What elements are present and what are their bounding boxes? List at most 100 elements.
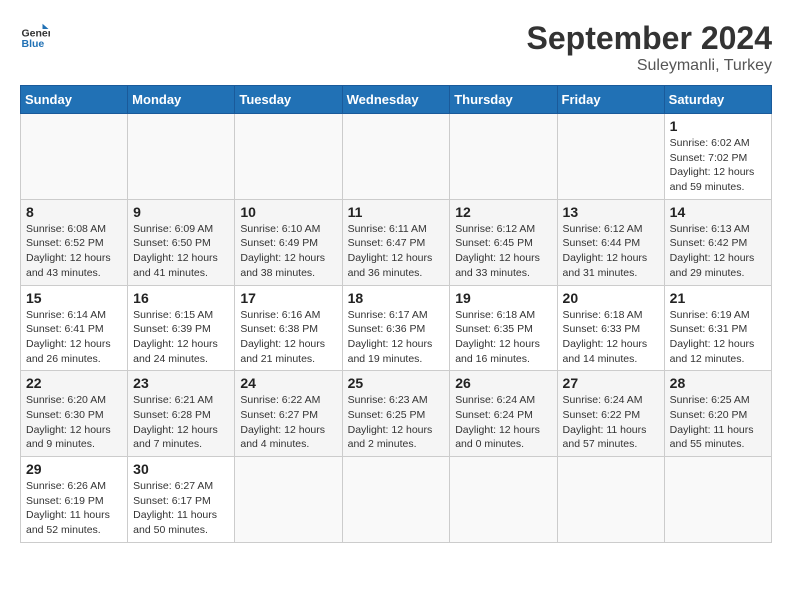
calendar-cell: 30 Sunrise: 6:27 AMSunset: 6:17 PMDayligh… (128, 457, 235, 543)
day-number: 17 (240, 290, 336, 306)
calendar-cell: 14 Sunrise: 6:13 AMSunset: 6:42 PMDayligh… (664, 199, 771, 285)
day-header-friday: Friday (557, 86, 664, 114)
calendar-cell: 29 Sunrise: 6:26 AMSunset: 6:19 PMDayligh… (21, 457, 128, 543)
day-detail: Sunrise: 6:14 AMSunset: 6:41 PMDaylight:… (26, 308, 122, 367)
calendar-cell: 10 Sunrise: 6:10 AMSunset: 6:49 PMDayligh… (235, 199, 342, 285)
day-number: 23 (133, 375, 229, 391)
calendar-cell: 23 Sunrise: 6:21 AMSunset: 6:28 PMDayligh… (128, 371, 235, 457)
day-number: 12 (455, 204, 551, 220)
calendar-cell: 19Sunrise: 6:18 AMSunset: 6:35 PMDayligh… (450, 285, 557, 371)
day-number: 25 (348, 375, 445, 391)
day-detail: Sunrise: 6:19 AMSunset: 6:31 PMDaylight:… (670, 308, 766, 367)
calendar-cell (342, 457, 450, 543)
calendar-cell (664, 457, 771, 543)
day-header-monday: Monday (128, 86, 235, 114)
calendar-cell (235, 457, 342, 543)
month-title: September 2024 (527, 20, 772, 57)
day-number: 27 (563, 375, 659, 391)
calendar-week-0: 1 Sunrise: 6:02 AMSunset: 7:02 PMDaylight… (21, 114, 772, 200)
day-detail: Sunrise: 6:25 AMSunset: 6:20 PMDaylight:… (670, 393, 766, 452)
day-number: 11 (348, 204, 445, 220)
day-detail: Sunrise: 6:10 AMSunset: 6:49 PMDaylight:… (240, 222, 336, 281)
calendar-cell (342, 114, 450, 200)
day-number: 24 (240, 375, 336, 391)
day-header-tuesday: Tuesday (235, 86, 342, 114)
calendar-cell: 8 Sunrise: 6:08 AMSunset: 6:52 PMDaylight… (21, 199, 128, 285)
day-number: 21 (670, 290, 766, 306)
calendar-cell: 21 Sunrise: 6:19 AMSunset: 6:31 PMDayligh… (664, 285, 771, 371)
calendar-week-4: 29 Sunrise: 6:26 AMSunset: 6:19 PMDayligh… (21, 457, 772, 543)
day-number: 19 (455, 290, 551, 306)
calendar-cell: 20 Sunrise: 6:18 AMSunset: 6:33 PMDayligh… (557, 285, 664, 371)
calendar-cell (21, 114, 128, 200)
logo: General Blue (20, 20, 50, 50)
header: General Blue September 2024 Suleymanli, … (20, 20, 772, 75)
day-detail: Sunrise: 6:21 AMSunset: 6:28 PMDaylight:… (133, 393, 229, 452)
day-number: 28 (670, 375, 766, 391)
logo-icon: General Blue (20, 20, 50, 50)
day-detail: Sunrise: 6:18 AMSunset: 6:33 PMDaylight:… (563, 308, 659, 367)
calendar-cell: 25 Sunrise: 6:23 AMSunset: 6:25 PMDayligh… (342, 371, 450, 457)
day-number: 13 (563, 204, 659, 220)
day-detail: Sunrise: 6:12 AMSunset: 6:45 PMDaylight:… (455, 222, 551, 281)
calendar-week-1: 8 Sunrise: 6:08 AMSunset: 6:52 PMDaylight… (21, 199, 772, 285)
day-header-thursday: Thursday (450, 86, 557, 114)
calendar-cell: 18 Sunrise: 6:17 AMSunset: 6:36 PMDayligh… (342, 285, 450, 371)
day-detail: Sunrise: 6:11 AMSunset: 6:47 PMDaylight:… (348, 222, 445, 281)
day-detail: Sunrise: 6:27 AMSunset: 6:17 PMDaylight:… (133, 479, 229, 538)
day-detail: Sunrise: 6:24 AMSunset: 6:24 PMDaylight:… (455, 393, 551, 452)
day-header-sunday: Sunday (21, 86, 128, 114)
day-number: 14 (670, 204, 766, 220)
day-number: 9 (133, 204, 229, 220)
calendar-cell (450, 457, 557, 543)
day-detail: Sunrise: 6:24 AMSunset: 6:22 PMDaylight:… (563, 393, 659, 452)
day-number: 1 (670, 118, 766, 134)
day-number: 8 (26, 204, 122, 220)
day-number: 10 (240, 204, 336, 220)
day-detail: Sunrise: 6:12 AMSunset: 6:44 PMDaylight:… (563, 222, 659, 281)
day-detail: Sunrise: 6:20 AMSunset: 6:30 PMDaylight:… (26, 393, 122, 452)
day-number: 18 (348, 290, 445, 306)
calendar-cell (557, 457, 664, 543)
day-detail: Sunrise: 6:23 AMSunset: 6:25 PMDaylight:… (348, 393, 445, 452)
calendar-cell (450, 114, 557, 200)
day-detail: Sunrise: 6:08 AMSunset: 6:52 PMDaylight:… (26, 222, 122, 281)
svg-text:Blue: Blue (22, 38, 45, 50)
calendar-cell: 27 Sunrise: 6:24 AMSunset: 6:22 PMDayligh… (557, 371, 664, 457)
day-number: 26 (455, 375, 551, 391)
title-area: September 2024 Suleymanli, Turkey (527, 20, 772, 75)
day-number: 22 (26, 375, 122, 391)
calendar-cell: 28 Sunrise: 6:25 AMSunset: 6:20 PMDayligh… (664, 371, 771, 457)
day-detail: Sunrise: 6:26 AMSunset: 6:19 PMDaylight:… (26, 479, 122, 538)
calendar-cell (128, 114, 235, 200)
calendar-cell: 1 Sunrise: 6:02 AMSunset: 7:02 PMDaylight… (664, 114, 771, 200)
calendar-cell: 17 Sunrise: 6:16 AMSunset: 6:38 PMDayligh… (235, 285, 342, 371)
calendar-cell: 24 Sunrise: 6:22 AMSunset: 6:27 PMDayligh… (235, 371, 342, 457)
day-number: 20 (563, 290, 659, 306)
calendar-cell: 16Sunrise: 6:15 AMSunset: 6:39 PMDayligh… (128, 285, 235, 371)
day-detail: Sunrise: 6:09 AMSunset: 6:50 PMDaylight:… (133, 222, 229, 281)
day-number: 30 (133, 461, 229, 477)
day-detail: Sunrise: 6:22 AMSunset: 6:27 PMDaylight:… (240, 393, 336, 452)
calendar-cell (557, 114, 664, 200)
day-detail: Sunrise: 6:17 AMSunset: 6:36 PMDaylight:… (348, 308, 445, 367)
day-number: 29 (26, 461, 122, 477)
day-number: 15 (26, 290, 122, 306)
location-subtitle: Suleymanli, Turkey (527, 57, 772, 75)
day-detail: Sunrise: 6:16 AMSunset: 6:38 PMDaylight:… (240, 308, 336, 367)
day-detail: Sunrise: 6:13 AMSunset: 6:42 PMDaylight:… (670, 222, 766, 281)
calendar-cell: 15 Sunrise: 6:14 AMSunset: 6:41 PMDayligh… (21, 285, 128, 371)
calendar-table: SundayMondayTuesdayWednesdayThursdayFrid… (20, 85, 772, 543)
calendar-cell: 22 Sunrise: 6:20 AMSunset: 6:30 PMDayligh… (21, 371, 128, 457)
calendar-week-3: 22 Sunrise: 6:20 AMSunset: 6:30 PMDayligh… (21, 371, 772, 457)
day-header-saturday: Saturday (664, 86, 771, 114)
day-header-wednesday: Wednesday (342, 86, 450, 114)
calendar-cell (235, 114, 342, 200)
calendar-cell: 26 Sunrise: 6:24 AMSunset: 6:24 PMDayligh… (450, 371, 557, 457)
calendar-week-2: 15 Sunrise: 6:14 AMSunset: 6:41 PMDayligh… (21, 285, 772, 371)
calendar-cell: 11 Sunrise: 6:11 AMSunset: 6:47 PMDayligh… (342, 199, 450, 285)
calendar-cell: 12 Sunrise: 6:12 AMSunset: 6:45 PMDayligh… (450, 199, 557, 285)
day-number: 16 (133, 290, 229, 306)
calendar-cell: 13 Sunrise: 6:12 AMSunset: 6:44 PMDayligh… (557, 199, 664, 285)
day-detail: Sunrise: 6:02 AMSunset: 7:02 PMDaylight:… (670, 136, 766, 195)
